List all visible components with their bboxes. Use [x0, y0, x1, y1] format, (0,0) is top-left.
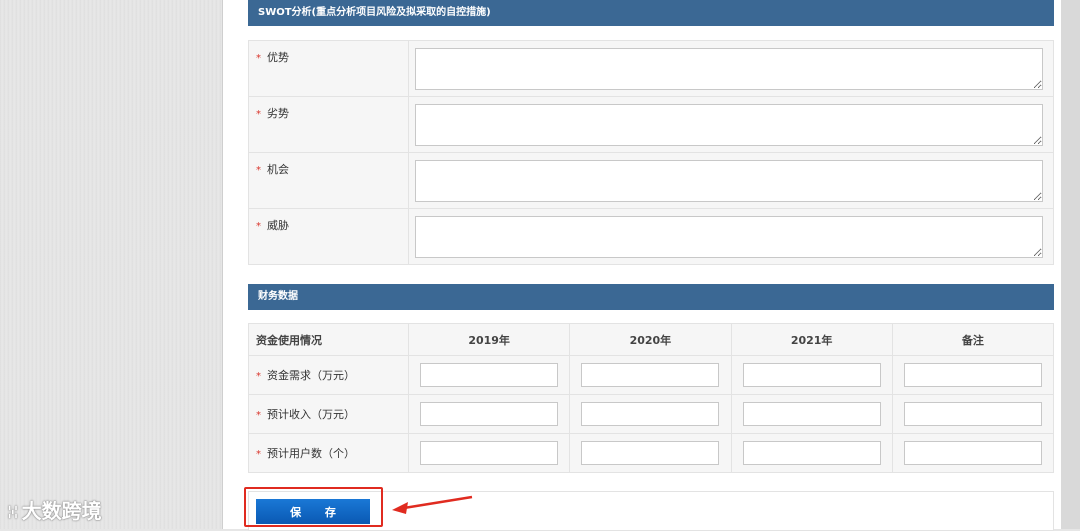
finance-row: * 预计用户数（个） [248, 433, 1055, 473]
finance-cell [407, 355, 571, 395]
finance-section-header: 财务数据 [248, 284, 1054, 310]
required-mark: * [256, 109, 261, 120]
swot-row: * 机会 [248, 152, 1054, 209]
funding-remarks-input[interactable] [903, 363, 1042, 387]
finance-cell [407, 433, 571, 473]
swot-label-threat: 威胁 [267, 219, 289, 232]
funding-2021-input[interactable] [742, 363, 881, 387]
weakness-textarea[interactable] [415, 103, 1043, 146]
swot-section-header: SWOT分析(重点分析项目风险及拟采取的自控措施) [248, 0, 1054, 26]
column-header-remarks: 备注 [891, 323, 1055, 356]
swot-label-opportunity: 机会 [267, 163, 289, 176]
finance-header-row: 资金使用情况 2019年 2020年 2021年 备注 [248, 323, 1055, 356]
swot-label-cell: * 威胁 [248, 208, 409, 265]
right-background [1060, 0, 1080, 529]
swot-row: * 威胁 [248, 208, 1054, 265]
watermark: ꔘ 大数跨境 [8, 495, 102, 524]
swot-label-cell: * 机会 [248, 152, 409, 209]
threat-textarea[interactable] [415, 215, 1043, 258]
funding-2019-input[interactable] [420, 363, 559, 387]
swot-field-cell [408, 96, 1054, 153]
strength-textarea[interactable] [415, 47, 1043, 90]
swot-label-strength: 优势 [267, 51, 289, 64]
swot-field-cell [408, 152, 1054, 209]
column-header-usage: 资金使用情况 [248, 323, 409, 356]
finance-cell [407, 394, 571, 434]
users-2019-input[interactable] [420, 441, 559, 465]
pointer-arrow-icon [392, 495, 473, 514]
finance-table: 资金使用情况 2019年 2020年 2021年 备注 * 资金需求（万元） * 预… [248, 323, 1055, 473]
main-content: SWOT分析(重点分析项目风险及拟采取的自控措施) * 优势 * 劣势 * 机会 * 威… [222, 0, 1061, 531]
finance-row-label-users: 预计用户数（个） [267, 447, 355, 460]
save-highlight-box [244, 487, 383, 527]
swot-row: * 劣势 [248, 96, 1054, 153]
users-2020-input[interactable] [581, 441, 720, 465]
opportunity-textarea[interactable] [415, 159, 1043, 202]
finance-cell [569, 433, 732, 473]
revenue-2021-input[interactable] [742, 402, 881, 426]
finance-cell [730, 394, 893, 434]
swot-section-title: SWOT分析(重点分析项目风险及拟采取的自控措施) [258, 7, 491, 18]
funding-2020-input[interactable] [581, 363, 720, 387]
finance-row-label-cell: * 资金需求（万元） [248, 355, 409, 395]
watermark-text: 大数跨境 [21, 499, 102, 523]
finance-row-label-cell: * 预计收入（万元） [248, 394, 409, 434]
swot-label-weakness: 劣势 [267, 107, 289, 120]
finance-row: * 资金需求（万元） [248, 355, 1055, 395]
swot-label-cell: * 劣势 [248, 96, 409, 153]
finance-cell [569, 355, 732, 395]
finance-cell [730, 355, 893, 395]
finance-cell [891, 355, 1055, 395]
required-mark: * [256, 53, 261, 64]
finance-row: * 预计收入（万元） [248, 394, 1055, 434]
swot-field-cell [408, 40, 1054, 97]
required-mark: * [256, 165, 261, 176]
finance-row-label-revenue: 预计收入（万元） [267, 408, 355, 421]
users-2021-input[interactable] [742, 441, 881, 465]
column-header-2020: 2020年 [569, 323, 732, 356]
column-header-2021: 2021年 [730, 323, 893, 356]
finance-row-label-cell: * 预计用户数（个） [248, 433, 409, 473]
swot-label-cell: * 优势 [248, 40, 409, 97]
left-background [0, 0, 222, 529]
column-header-2019: 2019年 [407, 323, 571, 356]
finance-row-label-funding: 资金需求（万元） [267, 369, 355, 382]
finance-cell [891, 433, 1055, 473]
required-mark: * [256, 410, 261, 421]
finance-section-title: 财务数据 [258, 291, 298, 302]
finance-cell [891, 394, 1055, 434]
watermark-logo-icon: ꔘ [8, 503, 18, 522]
revenue-2020-input[interactable] [581, 402, 720, 426]
required-mark: * [256, 221, 261, 232]
swot-field-cell [408, 208, 1054, 265]
revenue-remarks-input[interactable] [903, 402, 1042, 426]
revenue-2019-input[interactable] [420, 402, 559, 426]
finance-cell [730, 433, 893, 473]
swot-form: * 优势 * 劣势 * 机会 * 威胁 [248, 40, 1054, 265]
swot-row: * 优势 [248, 40, 1054, 97]
users-remarks-input[interactable] [903, 441, 1042, 465]
required-mark: * [256, 449, 261, 460]
required-mark: * [256, 371, 261, 382]
finance-cell [569, 394, 732, 434]
